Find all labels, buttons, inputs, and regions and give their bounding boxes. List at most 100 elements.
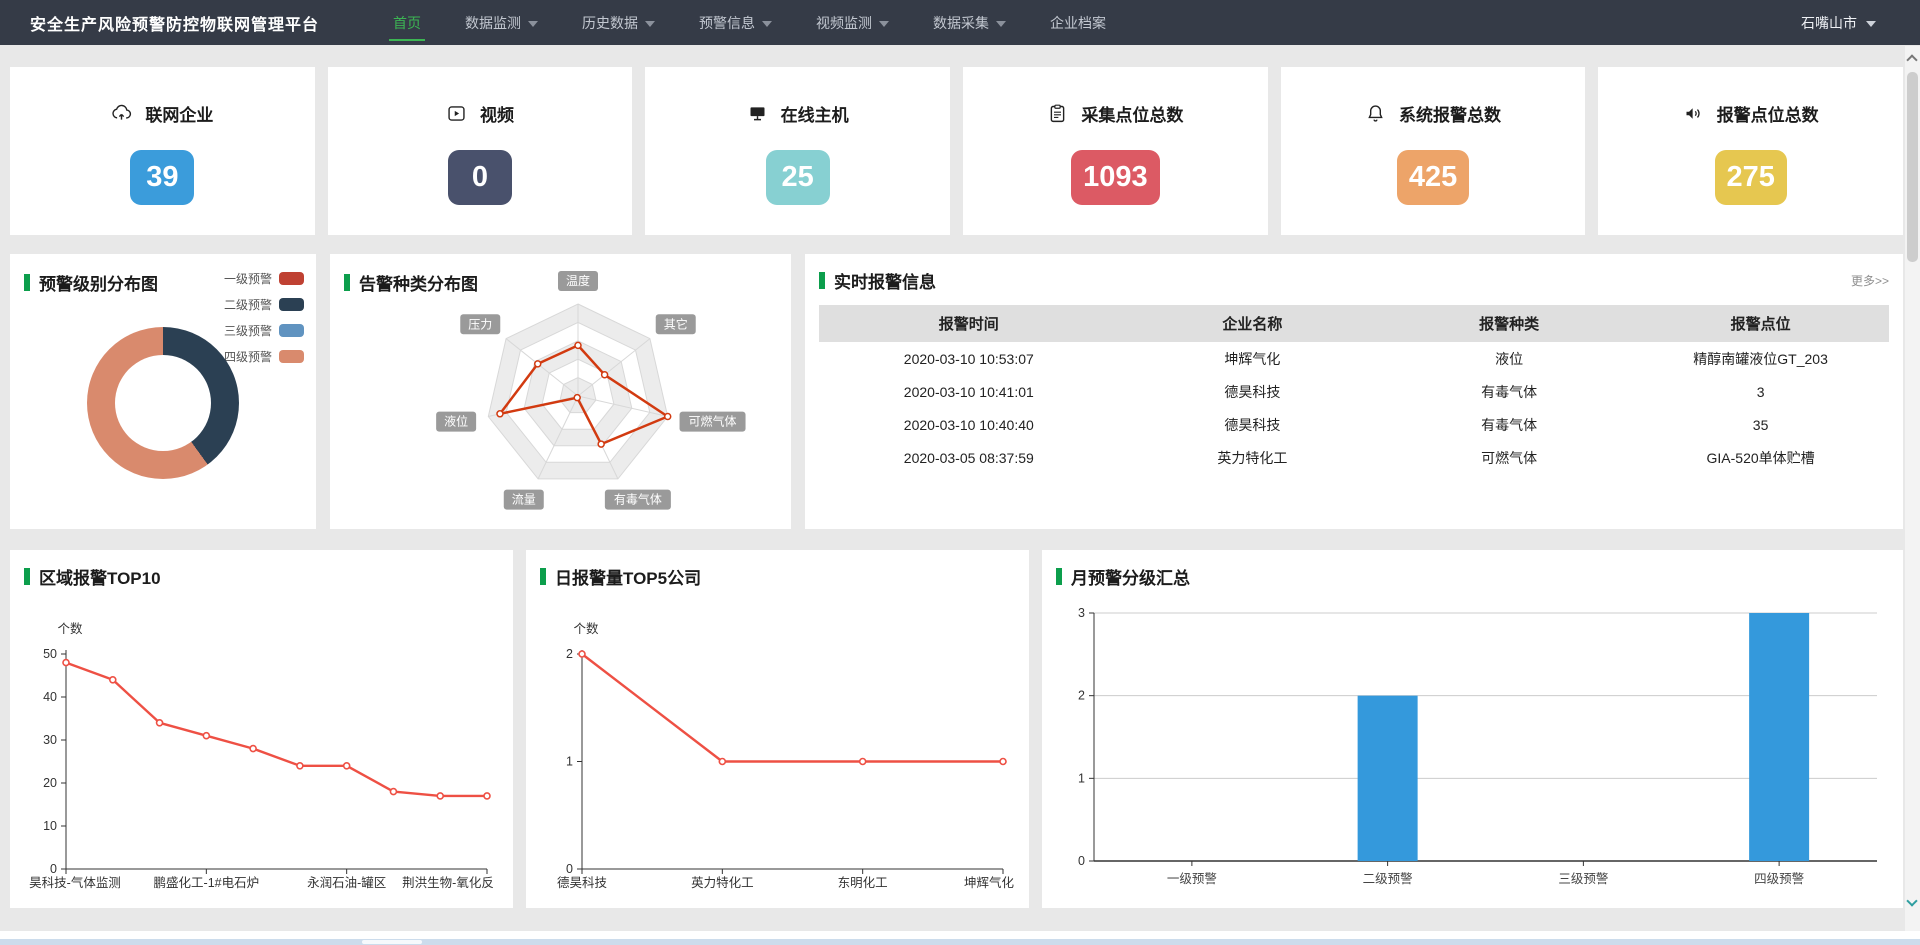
app-title: 安全生产风险预警防控物联网管理平台	[30, 11, 319, 35]
stat-card-online-hosts: 在线主机 25	[645, 67, 950, 235]
svg-text:一级预警: 一级预警	[1167, 871, 1217, 886]
bell-icon	[1365, 103, 1386, 124]
table-row: 2020-03-10 10:41:01德昊科技有毒气体3	[819, 375, 1889, 408]
svg-text:东明化工: 东明化工	[838, 876, 888, 890]
svg-text:个数: 个数	[57, 621, 83, 636]
svg-text:2: 2	[1078, 689, 1085, 703]
stat-label: 视频	[480, 101, 514, 126]
svg-text:0: 0	[1078, 854, 1085, 868]
svg-text:0: 0	[50, 862, 57, 876]
speaker-icon	[1683, 103, 1704, 124]
svg-text:3: 3	[1078, 606, 1085, 620]
panel-realtime-alarms: 实时报警信息 更多>> 报警时间 企业名称 报警种类 报警点位 2020-03-…	[805, 254, 1903, 529]
alarm-table: 报警时间 企业名称 报警种类 报警点位 2020-03-10 10:53:07坤…	[819, 305, 1889, 474]
stat-card-connected-enterprises: 联网企业 39	[10, 67, 315, 235]
scroll-down-icon[interactable]	[1906, 895, 1917, 906]
svg-text:其它: 其它	[664, 316, 688, 331]
panel-title: 实时报警信息	[819, 268, 936, 293]
legend-item: 一级预警	[224, 270, 304, 287]
panel-alarm-type-distribution: 告警种类分布图 温度其它可燃气体有毒气体流量液位压力	[330, 254, 791, 529]
title-marker-icon	[24, 568, 30, 585]
stat-label: 采集点位总数	[1081, 101, 1183, 126]
panel-monthly-warning-summary: 月预警分级汇总 0123一级预警二级预警三级预警四级预警	[1042, 550, 1903, 908]
nav-item-data-collect[interactable]: 数据采集	[911, 0, 1028, 45]
stat-card-alarm-points: 报警点位总数 275	[1598, 67, 1903, 235]
alarm-table-header: 报警时间 企业名称 报警种类 报警点位	[819, 305, 1889, 342]
alarm-type-radar-chart: 温度其它可燃气体有毒气体流量液位压力	[330, 256, 791, 528]
monthly-warning-bar-chart: 0123一级预警二级预警三级预警四级预警	[1056, 589, 1889, 901]
scrollbar-thumb[interactable]	[1907, 72, 1918, 262]
svg-text:荆洪生物-氧化反: 荆洪生物-氧化反	[402, 876, 494, 890]
top-navbar: 安全生产风险预警防控物联网管理平台 首页 数据监测 历史数据 预警信息 视频监测…	[0, 0, 1920, 45]
svg-text:2: 2	[566, 647, 573, 661]
title-marker-icon	[344, 274, 350, 291]
legend-swatch	[279, 272, 304, 285]
clipboard-icon	[1047, 103, 1068, 124]
chevron-down-icon	[762, 21, 772, 27]
monitor-icon	[747, 103, 768, 124]
nav-item-video-monitor[interactable]: 视频监测	[794, 0, 911, 45]
main-menu: 首页 数据监测 历史数据 预警信息 视频监测 数据采集 企业档案	[371, 0, 1128, 45]
chevron-down-icon	[645, 21, 655, 27]
stat-label: 报警点位总数	[1717, 101, 1819, 126]
stat-label: 联网企业	[145, 101, 213, 126]
more-link[interactable]: 更多>>	[1851, 272, 1889, 289]
nav-item-data-monitor[interactable]: 数据监测	[443, 0, 560, 45]
table-row: 2020-03-10 10:53:07坤辉气化液位精醇南罐液位GT_203	[819, 342, 1889, 375]
stat-value-badge: 39	[130, 150, 194, 205]
legend-swatch	[279, 324, 304, 337]
svg-text:有毒气体: 有毒气体	[614, 492, 662, 507]
legend-item: 三级预警	[224, 322, 304, 339]
region-selector[interactable]: 石嘴山市	[1801, 13, 1890, 33]
donut-legend: 一级预警 二级预警 三级预警 四级预警	[224, 270, 304, 374]
svg-text:压力: 压力	[468, 317, 492, 331]
nav-item-warning-info[interactable]: 预警信息	[677, 0, 794, 45]
nav-item-history-data[interactable]: 历史数据	[560, 0, 677, 45]
legend-item: 二级预警	[224, 296, 304, 313]
svg-text:个数: 个数	[573, 621, 599, 636]
title-marker-icon	[819, 272, 825, 289]
svg-text:永润石油-罐区: 永润石油-罐区	[307, 876, 386, 890]
svg-text:三级预警: 三级预警	[1558, 871, 1608, 886]
svg-text:坤辉气化: 坤辉气化	[964, 875, 1015, 890]
chevron-down-icon	[996, 21, 1006, 27]
stat-value-badge: 0	[448, 150, 512, 205]
nav-item-enterprise-archive[interactable]: 企业档案	[1028, 0, 1128, 45]
legend-swatch	[279, 350, 304, 363]
region-alarm-top10-line-chart: 个数01020304050昊科技-气体监测鹏盛化工-1#电石炉永润石油-罐区荆洪…	[24, 589, 499, 901]
svg-text:40: 40	[43, 690, 57, 704]
svg-text:流量: 流量	[512, 493, 536, 507]
next-section-edge	[0, 939, 1920, 945]
panel-warning-level-distribution: 预警级别分布图 一级预警 二级预警 三级预警 四级预警	[10, 254, 316, 529]
chevron-down-icon	[879, 21, 889, 27]
stat-value-badge: 25	[766, 150, 830, 205]
legend-item: 四级预警	[224, 348, 304, 365]
panel-region-alarm-top10: 区域报警TOP10 个数01020304050昊科技-气体监测鹏盛化工-1#电石…	[10, 550, 513, 908]
scroll-up-icon[interactable]	[1906, 54, 1917, 65]
chevron-down-icon	[1866, 21, 1876, 27]
svg-text:30: 30	[43, 733, 57, 747]
table-row: 2020-03-05 08:37:59英力特化工可燃气体GIA-520单体贮槽	[819, 441, 1889, 474]
svg-text:鹏盛化工-1#电石炉: 鹏盛化工-1#电石炉	[154, 875, 260, 890]
video-icon	[446, 103, 467, 124]
svg-text:昊科技-气体监测: 昊科技-气体监测	[29, 875, 121, 890]
nav-item-home[interactable]: 首页	[371, 0, 443, 45]
panel-title: 告警种类分布图	[344, 270, 478, 295]
svg-text:10: 10	[43, 819, 57, 833]
stat-value-badge: 425	[1397, 150, 1469, 205]
panel-title: 日报警量TOP5公司	[540, 564, 1015, 589]
stat-card-videos: 视频 0	[328, 67, 633, 235]
stat-card-collection-points: 采集点位总数 1093	[963, 67, 1268, 235]
panel-title: 月预警分级汇总	[1056, 564, 1889, 589]
stat-label: 系统报警总数	[1399, 101, 1501, 126]
stat-label: 在线主机	[781, 101, 849, 126]
cloud-upload-icon	[111, 103, 132, 124]
stat-value-badge: 275	[1715, 150, 1787, 205]
warning-level-donut-chart	[87, 327, 239, 479]
page-scrollbar[interactable]	[1905, 46, 1920, 945]
donut-hole	[115, 355, 211, 451]
stat-card-system-alarms: 系统报警总数 425	[1281, 67, 1586, 235]
title-marker-icon	[1056, 568, 1062, 585]
svg-text:二级预警: 二级预警	[1363, 871, 1413, 886]
bottom-gap	[0, 931, 1920, 939]
